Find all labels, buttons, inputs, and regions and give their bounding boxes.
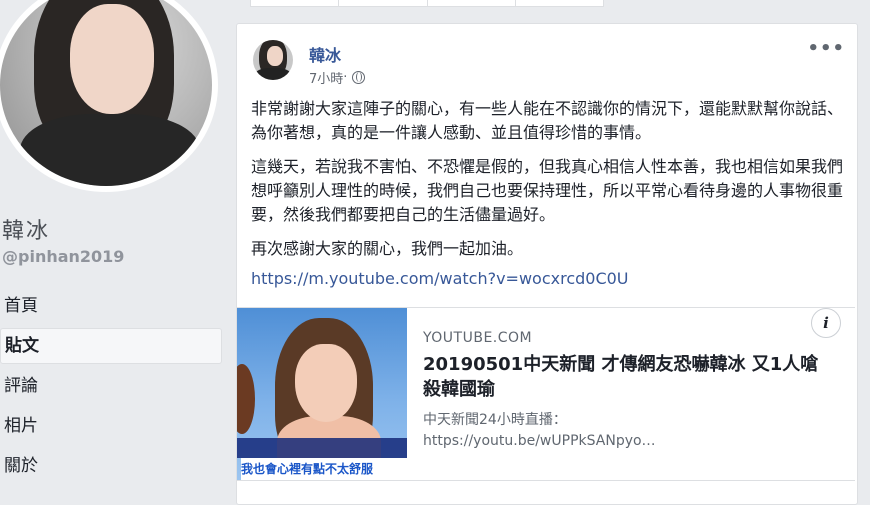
side-nav-item-posts[interactable]: 貼文: [0, 328, 222, 364]
link-preview-desc-line: 中天新聞24小時直播：: [423, 412, 567, 428]
tab-slot[interactable]: [516, 0, 603, 6]
side-nav-item-about[interactable]: 關於: [0, 448, 222, 484]
profile-tab-strip: [250, 0, 604, 7]
tab-slot[interactable]: [428, 0, 516, 6]
link-preview-desc-line: https://youtu.be/wUPPkSANpyo…: [423, 433, 656, 449]
info-icon[interactable]: i: [811, 308, 841, 338]
side-nav-item-photos[interactable]: 相片: [0, 408, 222, 444]
post-body: 非常謝謝大家這陣子的關心，有一些人能在不認識你的情況下，還能默默幫你說話、為你著…: [251, 97, 845, 271]
profile-picture[interactable]: [0, 0, 212, 186]
post-card: 韓冰 7小時 · ••• 非常謝謝大家這陣子的關心，有一些人能在不認識你的情況下…: [236, 23, 858, 505]
more-horizontal-icon[interactable]: •••: [807, 38, 845, 59]
globe-icon[interactable]: [352, 71, 366, 84]
post-meta: 7小時 ·: [309, 68, 366, 87]
side-nav-item-reviews[interactable]: 評論: [0, 368, 222, 404]
link-preview-card[interactable]: 我也會心裡有點不太舒服 YOUTUBE.COM 20190501中天新聞 才傳網…: [237, 307, 855, 481]
meta-separator: ·: [343, 70, 348, 85]
post-paragraph: 再次感謝大家的關心，我們一起加油。: [251, 239, 524, 258]
profile-name: 韓冰: [2, 219, 51, 244]
post-link[interactable]: https://m.youtube.com/watch?v=wocxrcd0C0…: [251, 269, 629, 288]
tab-slot[interactable]: [339, 0, 428, 6]
link-preview-title[interactable]: 20190501中天新聞 才傳網友恐嚇韓冰 又1人嗆殺韓國瑜: [423, 352, 833, 402]
side-nav-item-home[interactable]: 首頁: [0, 288, 222, 324]
post-author-name[interactable]: 韓冰: [309, 42, 341, 66]
link-preview-domain: YOUTUBE.COM: [423, 330, 533, 346]
post-timestamp[interactable]: 7小時: [309, 68, 343, 87]
post-paragraph: 這幾天，若說我不害怕、不恐懼是假的，但我真心相信人性本善，我也相信如果我們想呼籲…: [251, 157, 844, 224]
post-paragraph: 非常謝謝大家這陣子的關心，有一些人能在不認識你的情況下，還能默默幫你說話、為你著…: [251, 99, 844, 142]
link-preview-description: 中天新聞24小時直播： https://youtu.be/wUPPkSANpyo…: [423, 410, 833, 452]
thumbnail-caption: 我也會心裡有點不太舒服: [241, 458, 407, 480]
side-nav: 首頁 貼文 評論 相片 關於: [0, 288, 222, 488]
tab-slot[interactable]: [251, 0, 340, 6]
profile-picture-frame[interactable]: [0, 0, 218, 192]
video-thumbnail[interactable]: 我也會心裡有點不太舒服: [237, 308, 407, 480]
post-author-avatar[interactable]: [253, 40, 293, 80]
link-preview-text[interactable]: YOUTUBE.COM 20190501中天新聞 才傳網友恐嚇韓冰 又1人嗆殺韓…: [423, 330, 833, 452]
profile-handle[interactable]: @pinhan2019: [2, 247, 124, 266]
